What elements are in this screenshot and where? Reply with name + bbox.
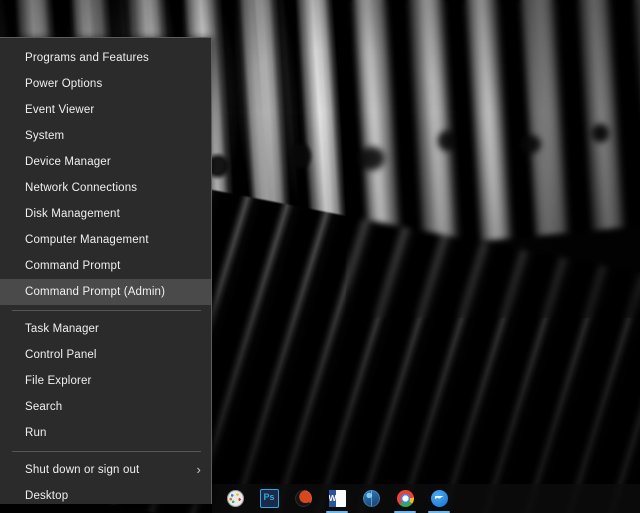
taskbar-button-paint[interactable] [218, 484, 252, 513]
swirl-app-icon [294, 490, 312, 507]
menu-item-label: Programs and Features [25, 52, 149, 64]
menu-item-label: Event Viewer [25, 104, 95, 116]
menu-item-search[interactable]: Search [0, 394, 211, 420]
menu-separator [12, 310, 201, 311]
taskbar-item-list: Ps [218, 484, 456, 513]
menu-item-label: Desktop [25, 490, 69, 502]
menu-item-label: Command Prompt [25, 260, 121, 272]
menu-item-label: Control Panel [25, 349, 97, 361]
menu-item-label: Task Manager [25, 323, 100, 335]
menu-item-network-connections[interactable]: Network Connections [0, 175, 211, 201]
menu-item-device-manager[interactable]: Device Manager [0, 149, 211, 175]
menu-separator [12, 451, 201, 452]
menu-item-shut-down-or-sign-out[interactable]: Shut down or sign out › [0, 457, 211, 483]
menu-item-programs-and-features[interactable]: Programs and Features [0, 45, 211, 71]
messenger-icon [430, 490, 448, 507]
menu-item-label: Computer Management [25, 234, 149, 246]
taskbar-button-chrome[interactable] [388, 484, 422, 513]
chevron-right-icon: › [196, 462, 201, 477]
menu-item-label: Shut down or sign out [25, 464, 140, 476]
menu-item-label: Power Options [25, 78, 103, 90]
menu-item-system[interactable]: System [0, 123, 211, 149]
menu-item-label: Disk Management [25, 208, 120, 220]
menu-item-desktop[interactable]: Desktop [0, 483, 211, 509]
menu-item-command-prompt[interactable]: Command Prompt [0, 253, 211, 279]
menu-item-run[interactable]: Run [0, 420, 211, 446]
taskbar-button-messenger[interactable] [422, 484, 456, 513]
chrome-icon [396, 490, 414, 507]
menu-item-task-manager[interactable]: Task Manager [0, 316, 211, 342]
menu-item-computer-management[interactable]: Computer Management [0, 227, 211, 253]
power-user-menu-groups: Programs and Features Power Options Event … [0, 45, 211, 509]
taskbar[interactable]: Ps [212, 484, 640, 513]
menu-item-disk-management[interactable]: Disk Management [0, 201, 211, 227]
taskbar-button-globe[interactable] [354, 484, 388, 513]
menu-item-label: File Explorer [25, 375, 92, 387]
menu-item-event-viewer[interactable]: Event Viewer [0, 97, 211, 123]
menu-item-label: Device Manager [25, 156, 111, 168]
menu-item-label: System [25, 130, 65, 142]
globe-icon [362, 490, 380, 507]
menu-item-control-panel[interactable]: Control Panel [0, 342, 211, 368]
taskbar-button-word[interactable] [320, 484, 354, 513]
menu-item-label: Command Prompt (Admin) [25, 286, 166, 298]
menu-item-label: Run [25, 427, 47, 439]
paint-icon [226, 490, 244, 507]
menu-item-label: Search [25, 401, 63, 413]
menu-item-command-prompt-admin[interactable]: Command Prompt (Admin) [0, 279, 211, 305]
taskbar-button-swirl-app[interactable] [286, 484, 320, 513]
word-icon [328, 490, 346, 507]
menu-item-label: Network Connections [25, 182, 138, 194]
menu-item-power-options[interactable]: Power Options [0, 71, 211, 97]
menu-item-file-explorer[interactable]: File Explorer [0, 368, 211, 394]
power-user-menu[interactable]: Programs and Features Power Options Event … [0, 37, 212, 504]
desktop-screen: Programs and Features Power Options Event … [0, 0, 640, 513]
taskbar-button-photoshop[interactable]: Ps [252, 484, 286, 513]
photoshop-icon: Ps [259, 489, 279, 508]
